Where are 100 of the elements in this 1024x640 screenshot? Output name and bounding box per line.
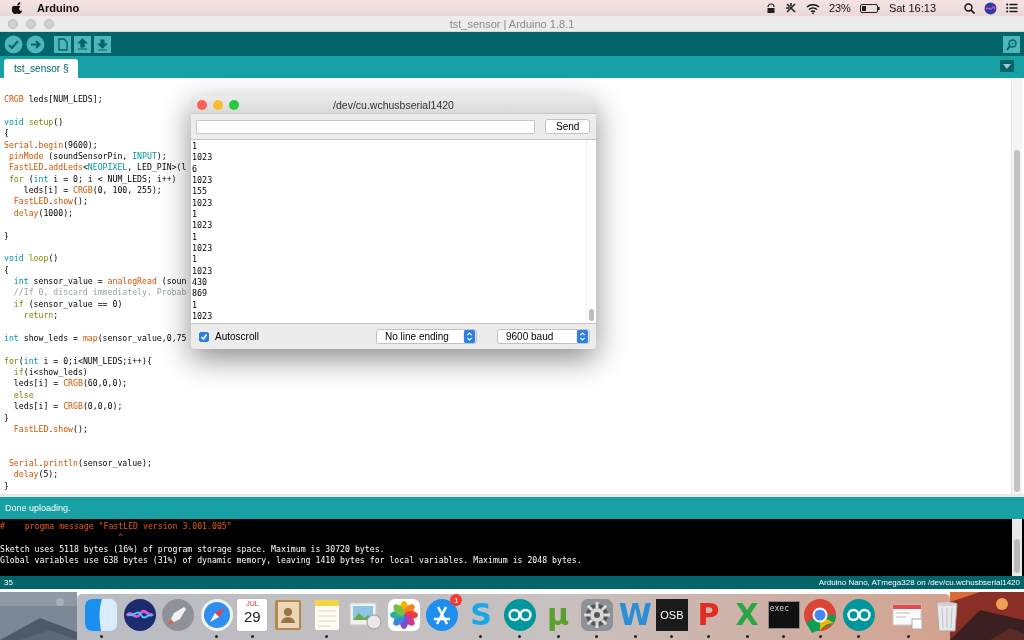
code-line: Serial.println(sensor_value);	[7, 458, 152, 470]
wifi-icon[interactable]	[805, 2, 820, 14]
serial-output-line: 1023	[192, 311, 214, 323]
window-title: tst_sensor | Arduino 1.8.1	[449, 17, 575, 30]
code-line: FastLED.show();	[12, 196, 88, 208]
gear-icon[interactable]	[578, 597, 615, 633]
code-line: void setup()	[4, 116, 64, 129]
code-line: void loop()	[4, 253, 59, 265]
app-icon[interactable]: OSB	[655, 599, 688, 631]
code-line: leds[i] = CRGB(0, 100, 255);	[22, 185, 162, 197]
code-line: delay(5);	[12, 469, 59, 481]
close-button[interactable]	[197, 99, 207, 110]
window-title: /dev/cu.wchusbserial1420	[333, 98, 454, 111]
serial-output-line: 430	[192, 277, 209, 289]
compass-icon[interactable]	[198, 597, 235, 633]
serial-output-line: 6	[192, 163, 199, 176]
serial-output-line: 1	[192, 231, 199, 244]
serial-output-line: 155	[192, 186, 209, 198]
terminal-icon[interactable]: exec	[767, 601, 800, 629]
stepper-icon	[576, 330, 589, 343]
code-line: //If 0, discard immediately. Probab	[12, 287, 187, 299]
minimize-button[interactable]	[26, 18, 36, 29]
app-store-icon[interactable]: 1	[424, 597, 461, 633]
code-line: if(i<show_leds)	[12, 367, 88, 379]
console-line: Global variables use 638 bytes (31%) of dynamic memory, leaving 1410 bytes for local variables. Maximum is 2048 bytes.	[0, 554, 583, 567]
app-menu[interactable]: Arduino	[37, 2, 80, 14]
battery-percent: 23%	[828, 2, 851, 14]
code-line: delay(1000);	[12, 207, 74, 220]
board-info: Arduino Nano, ATmega328 on /dev/cu.wchusbserial1420	[818, 578, 1020, 587]
scrollbar[interactable]	[586, 140, 596, 323]
serial-output-line: 869	[192, 288, 209, 300]
serial-monitor-button[interactable]	[1003, 35, 1020, 53]
battery-icon[interactable]	[859, 3, 880, 13]
line-number: 35	[4, 578, 13, 587]
notification-badge: 1	[450, 594, 463, 606]
line-ending-select[interactable]: No line ending	[376, 329, 477, 344]
serial-output-line: 1	[192, 299, 199, 312]
calendar-day: 29	[244, 608, 261, 626]
console-line: # progma message "FastLED version 3.001.005"	[0, 521, 233, 533]
upload-button[interactable]	[26, 34, 45, 54]
baud-select[interactable]: 9600 baud	[497, 329, 590, 344]
search-icon[interactable]	[964, 2, 975, 14]
ring-icon[interactable]	[802, 597, 839, 633]
scrollbar[interactable]	[1011, 78, 1022, 494]
verify-button[interactable]	[4, 34, 23, 54]
list-icon[interactable]	[1006, 3, 1018, 13]
code-line: FastLED.addLeds<NEOPIXEL, LED_PIN>(l	[7, 162, 187, 174]
serial-output-line: 1023	[192, 220, 214, 232]
code-line: Serial.begin(9600);	[4, 139, 98, 151]
stepper-icon	[463, 330, 476, 343]
send-button[interactable]: Send	[545, 119, 590, 134]
message-field[interactable]	[196, 119, 535, 134]
caret-icon	[1003, 63, 1011, 69]
code-line: leds[i] = CRGB(60,0,0);	[12, 378, 128, 390]
terminal-text: exec	[769, 604, 789, 613]
serial-output-line: 1023	[192, 265, 214, 278]
clock[interactable]: Sat 16:13	[888, 2, 936, 14]
code-line: }	[4, 480, 9, 493]
zoom-button[interactable]	[229, 99, 239, 110]
code-line: for(int i = 0;i<NUM_LEDS;i++){	[4, 355, 152, 367]
code-line: pinMode (soundSensorPin, INPUT);	[7, 150, 167, 163]
serial-output-line: 1023	[192, 175, 214, 187]
code-line: return;	[22, 310, 59, 322]
autoscroll-checkbox[interactable]	[199, 331, 209, 342]
code-line: if (sensor_value == 0)	[12, 298, 123, 311]
tool-icon[interactable]	[784, 2, 797, 14]
code-line: FastLED.show();	[12, 423, 88, 436]
code-line: else	[12, 389, 34, 402]
tab-menu-button[interactable]	[1000, 60, 1014, 72]
code-line: {	[4, 128, 9, 140]
infinity-icon[interactable]	[501, 597, 538, 633]
console-line: Sketch uses 5118 bytes (16%) of program storage space. Maximum is 30720 bytes.	[0, 543, 386, 555]
code-line: for (int i = 0; i < NUM_LEDS; i++)	[7, 173, 177, 185]
open-button[interactable]	[74, 35, 91, 53]
serial-output-line: 1	[192, 141, 199, 153]
code-line: }	[4, 412, 9, 424]
infinity-icon[interactable]	[840, 597, 877, 633]
code-line: leds[i] = CRGB(0,0,0);	[12, 401, 123, 413]
orb-icon[interactable]	[984, 1, 997, 15]
console-line: ^	[117, 532, 125, 544]
serial-output-line: 1	[192, 254, 199, 266]
serial-output-line: 1023	[192, 243, 214, 255]
serial-output-line: 1023	[192, 152, 214, 164]
status-message: Done uploading.	[5, 503, 71, 513]
code-line: {	[4, 264, 9, 276]
code-line: int sensor_value = analogRead (soun	[12, 276, 187, 288]
flower-icon[interactable]	[385, 597, 422, 633]
code-line: int show_leds = map(sensor_value,0,75	[4, 332, 187, 345]
autoscroll-label: Autoscroll	[215, 331, 259, 342]
serial-output-line: 1023	[192, 197, 214, 210]
editor-tab[interactable]: tst_sensor §	[4, 59, 79, 78]
apple-icon[interactable]	[12, 2, 23, 14]
code-line: CRGB leds[NUM_LEDS];	[4, 94, 103, 106]
new-button[interactable]	[54, 35, 71, 53]
padlock-signal-icon[interactable]	[765, 2, 776, 14]
save-button[interactable]	[94, 35, 111, 53]
scrollbar[interactable]	[1012, 519, 1022, 576]
close-button[interactable]	[8, 18, 18, 29]
zoom-button[interactable]	[44, 18, 54, 29]
orb-icon[interactable]	[121, 597, 158, 633]
